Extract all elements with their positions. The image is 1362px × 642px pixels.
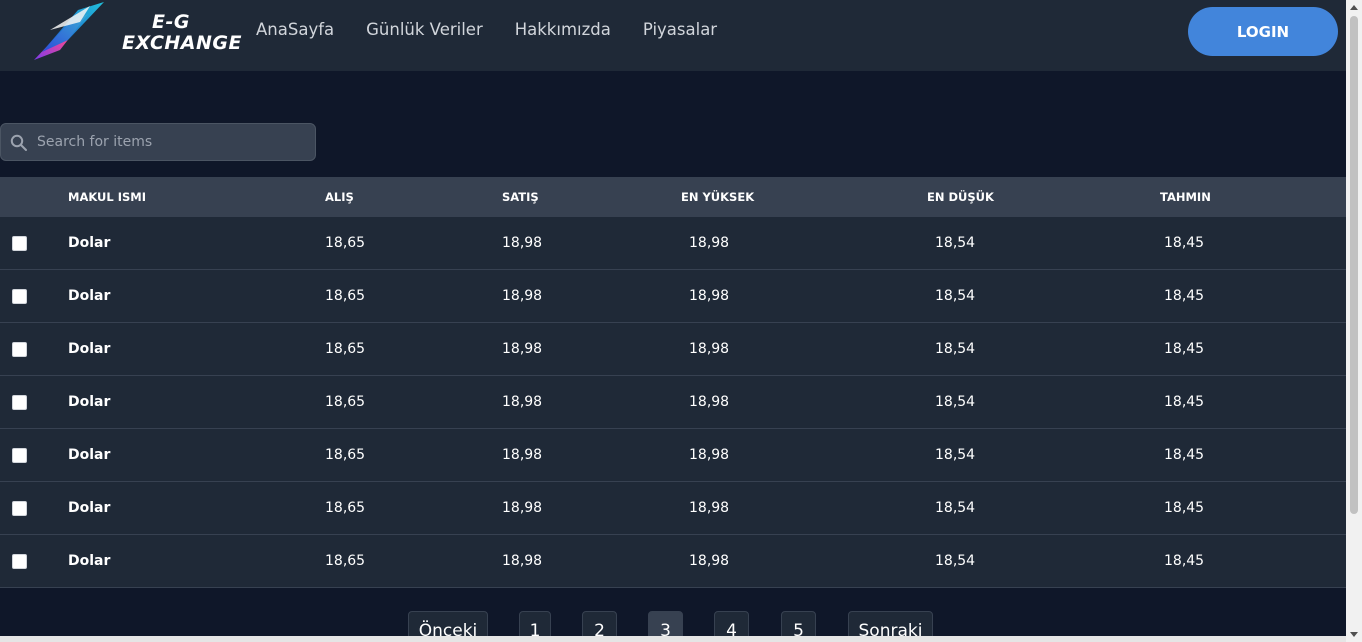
cell-en-yuksek: 18,98	[689, 553, 730, 569]
search-input[interactable]	[37, 124, 307, 160]
cell-tahmin: 18,45	[1164, 500, 1205, 516]
cell-alis: 18,65	[325, 288, 366, 304]
login-button[interactable]: LOGIN	[1188, 7, 1338, 56]
cell-tahmin: 18,45	[1164, 341, 1205, 357]
cell-satis: 18,98	[502, 288, 543, 304]
cell-alis: 18,65	[325, 394, 366, 410]
header-en-dusuk[interactable]: EN DÜŞÜK	[927, 190, 994, 204]
table-row[interactable]: Dolar 18,65 18,98 18,98 18,54 18,45	[0, 376, 1346, 429]
brand-logo-icon	[34, 2, 104, 60]
table-row[interactable]: Dolar 18,65 18,98 18,98 18,54 18,45	[0, 323, 1346, 376]
row-checkbox[interactable]	[12, 236, 27, 251]
header-makul-ismi[interactable]: MAKUL ISMI	[68, 190, 146, 204]
header-alis[interactable]: ALIŞ	[325, 190, 354, 204]
table-row[interactable]: Dolar 18,65 18,98 18,98 18,54 18,45	[0, 535, 1346, 588]
header-tahmin[interactable]: TAHMIN	[1160, 190, 1211, 204]
cell-en-yuksek: 18,98	[689, 235, 730, 251]
search-icon	[10, 134, 27, 151]
cell-tahmin: 18,45	[1164, 235, 1205, 251]
cell-name: Dolar	[68, 341, 111, 357]
brand-logo-text: E-G EXCHANGE	[122, 12, 242, 54]
nav-link-piyasalar[interactable]: Piyasalar	[643, 20, 717, 39]
cell-en-dusuk: 18,54	[935, 553, 976, 569]
cell-en-yuksek: 18,98	[689, 288, 730, 304]
cell-en-dusuk: 18,54	[935, 288, 976, 304]
top-navbar: E-G EXCHANGE AnaSayfa Günlük Veriler Hak…	[0, 0, 1346, 71]
cell-satis: 18,98	[502, 447, 543, 463]
cell-en-dusuk: 18,54	[935, 341, 976, 357]
scroll-up-arrow-icon[interactable]	[1350, 5, 1358, 10]
cell-tahmin: 18,45	[1164, 288, 1205, 304]
cell-alis: 18,65	[325, 553, 366, 569]
cell-alis: 18,65	[325, 447, 366, 463]
cell-en-yuksek: 18,98	[689, 341, 730, 357]
brand-line-2: EXCHANGE	[122, 32, 242, 54]
cell-name: Dolar	[68, 553, 111, 569]
table-row[interactable]: Dolar 18,65 18,98 18,98 18,54 18,45	[0, 217, 1346, 270]
vertical-scrollbar[interactable]	[1346, 0, 1362, 642]
cell-alis: 18,65	[325, 341, 366, 357]
row-checkbox[interactable]	[12, 289, 27, 304]
cell-name: Dolar	[68, 394, 111, 410]
cell-satis: 18,98	[502, 553, 543, 569]
horizontal-scrollbar[interactable]	[0, 636, 1346, 642]
cell-tahmin: 18,45	[1164, 447, 1205, 463]
cell-en-dusuk: 18,54	[935, 394, 976, 410]
cell-name: Dolar	[68, 500, 111, 516]
nav-link-hakkimizda[interactable]: Hakkımızda	[515, 20, 611, 39]
cell-en-yuksek: 18,98	[689, 447, 730, 463]
row-checkbox[interactable]	[12, 501, 27, 516]
cell-satis: 18,98	[502, 235, 543, 251]
row-checkbox[interactable]	[12, 342, 27, 357]
cell-alis: 18,65	[325, 500, 366, 516]
cell-name: Dolar	[68, 235, 111, 251]
nav-link-anasayfa[interactable]: AnaSayfa	[256, 20, 334, 39]
search-box	[0, 123, 316, 161]
table-row[interactable]: Dolar 18,65 18,98 18,98 18,54 18,45	[0, 429, 1346, 482]
row-checkbox[interactable]	[12, 554, 27, 569]
cell-alis: 18,65	[325, 235, 366, 251]
brand-logo[interactable]: E-G EXCHANGE	[30, 0, 241, 64]
row-checkbox[interactable]	[12, 448, 27, 463]
table-row[interactable]: Dolar 18,65 18,98 18,98 18,54 18,45	[0, 482, 1346, 535]
header-satis[interactable]: SATIŞ	[502, 190, 539, 204]
scroll-down-arrow-icon[interactable]	[1350, 632, 1358, 637]
cell-satis: 18,98	[502, 341, 543, 357]
cell-tahmin: 18,45	[1164, 394, 1205, 410]
cell-en-yuksek: 18,98	[689, 500, 730, 516]
cell-name: Dolar	[68, 288, 111, 304]
cell-en-dusuk: 18,54	[935, 447, 976, 463]
brand-line-1: E-G	[152, 11, 190, 33]
cell-en-dusuk: 18,54	[935, 500, 976, 516]
header-en-yuksek[interactable]: EN YÜKSEK	[681, 190, 754, 204]
cell-name: Dolar	[68, 447, 111, 463]
table-row[interactable]: Dolar 18,65 18,98 18,98 18,54 18,45	[0, 270, 1346, 323]
nav-links: AnaSayfa Günlük Veriler Hakkımızda Piyas…	[256, 20, 717, 39]
cell-en-dusuk: 18,54	[935, 235, 976, 251]
nav-link-gunluk-veriler[interactable]: Günlük Veriler	[366, 20, 483, 39]
cell-tahmin: 18,45	[1164, 553, 1205, 569]
cell-satis: 18,98	[502, 394, 543, 410]
cell-satis: 18,98	[502, 500, 543, 516]
currency-table: MAKUL ISMI ALIŞ SATIŞ EN YÜKSEK EN DÜŞÜK…	[0, 177, 1346, 588]
row-checkbox[interactable]	[12, 395, 27, 410]
scrollbar-thumb[interactable]	[1350, 16, 1358, 514]
table-header: MAKUL ISMI ALIŞ SATIŞ EN YÜKSEK EN DÜŞÜK…	[0, 177, 1346, 217]
cell-en-yuksek: 18,98	[689, 394, 730, 410]
